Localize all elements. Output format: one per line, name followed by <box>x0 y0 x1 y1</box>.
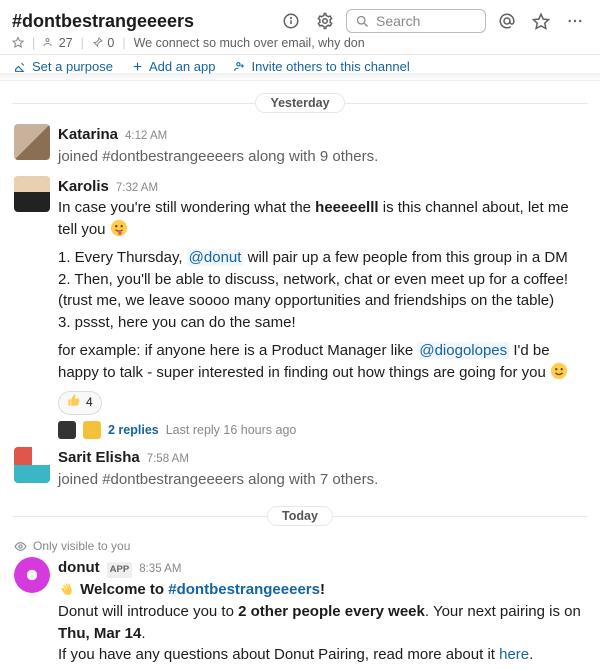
message-time: 7:58 AM <box>147 451 189 468</box>
avatar[interactable] <box>14 557 50 593</box>
date-divider-today: Today <box>0 508 600 523</box>
reaction-thumbsup[interactable]: 4 <box>58 391 102 414</box>
add-app-action[interactable]: Add an app <box>131 59 216 74</box>
invite-action[interactable]: Invite others to this channel <box>233 59 409 74</box>
search-box[interactable] <box>346 9 486 33</box>
author-name[interactable]: Katarina <box>58 124 118 146</box>
search-icon <box>355 14 370 29</box>
app-badge: APP <box>107 562 133 578</box>
avatar[interactable] <box>14 124 50 160</box>
star-icon[interactable] <box>528 8 554 34</box>
search-input[interactable] <box>376 13 476 29</box>
channel-header: #dontbestrangeeeers | 27 | <box>0 0 600 55</box>
date-divider-yesterday: Yesterday <box>0 95 600 110</box>
info-icon[interactable] <box>278 8 304 34</box>
channel-link[interactable]: #dontbestrangeeeers <box>168 581 320 598</box>
thread-last-reply: Last reply 16 hours ago <box>166 421 297 439</box>
message-donut: donut APP 8:35 AM Welcome to #dontbestra… <box>0 553 600 670</box>
eye-icon <box>14 540 27 553</box>
message-list: 1. Every Thursday, @donut will pair up a… <box>58 247 586 334</box>
author-name[interactable]: Karolis <box>58 176 109 198</box>
here-link[interactable]: here <box>499 646 529 663</box>
channel-topic[interactable]: We connect so much over email, why don <box>134 36 365 50</box>
more-icon[interactable] <box>562 8 588 34</box>
members-count[interactable]: 27 <box>43 36 72 50</box>
message-time: 8:35 AM <box>139 561 181 578</box>
channel-name[interactable]: #dontbestrangeeeers <box>12 11 194 32</box>
gear-icon[interactable] <box>312 8 338 34</box>
system-join-text: joined #dontbestrangeeeers along with 9 … <box>58 146 586 168</box>
message-example: for example: if anyone here is a Product… <box>58 340 586 384</box>
smile-emoji <box>550 362 568 380</box>
thread-replies-link[interactable]: 2 replies <box>108 421 159 439</box>
donut-more-line: If you have any questions about Donut Pa… <box>58 644 586 666</box>
avatar[interactable] <box>14 176 50 212</box>
pins-count[interactable]: 0 <box>92 36 114 50</box>
visibility-notice: Only visible to you <box>0 533 600 553</box>
donut-intro-line: Donut will introduce you to 2 other peop… <box>58 601 586 645</box>
tongue-emoji <box>110 219 128 237</box>
message-sarit-join: Sarit Elisha 7:58 AM joined #dontbestran… <box>0 443 600 495</box>
author-name[interactable]: donut <box>58 557 100 579</box>
star-outline-icon[interactable] <box>12 36 24 50</box>
channel-actions: Set a purpose Add an app Invite others t… <box>0 55 600 81</box>
message-time: 7:32 AM <box>116 180 158 197</box>
system-join-text: joined #dontbestrangeeeers along with 7 … <box>58 469 586 491</box>
thumbsup-icon <box>67 393 81 412</box>
mentions-icon[interactable] <box>494 8 520 34</box>
thread-avatar <box>58 421 76 439</box>
set-purpose-action[interactable]: Set a purpose <box>14 59 113 74</box>
message-text: In case you're still wondering what the … <box>58 197 586 241</box>
message-time: 4:12 AM <box>125 128 167 145</box>
avatar[interactable] <box>14 447 50 483</box>
message-katarina-join: Katarina 4:12 AM joined #dontbestrangeee… <box>0 120 600 172</box>
thread-summary[interactable]: 2 replies Last reply 16 hours ago <box>58 421 586 439</box>
header-top-row: #dontbestrangeeeers <box>12 8 588 34</box>
header-meta-row: | 27 | 0 | We connect so much over email… <box>12 36 588 50</box>
thread-avatar <box>83 421 101 439</box>
message-karolis: Karolis 7:32 AM In case you're still won… <box>0 172 600 443</box>
mention-donut[interactable]: @donut <box>187 249 244 266</box>
donut-welcome-line: Welcome to #dontbestrangeeeers! <box>58 579 586 601</box>
mention-diogolopes[interactable]: @diogolopes <box>417 342 509 359</box>
author-name[interactable]: Sarit Elisha <box>58 447 140 469</box>
wave-emoji <box>58 579 76 597</box>
